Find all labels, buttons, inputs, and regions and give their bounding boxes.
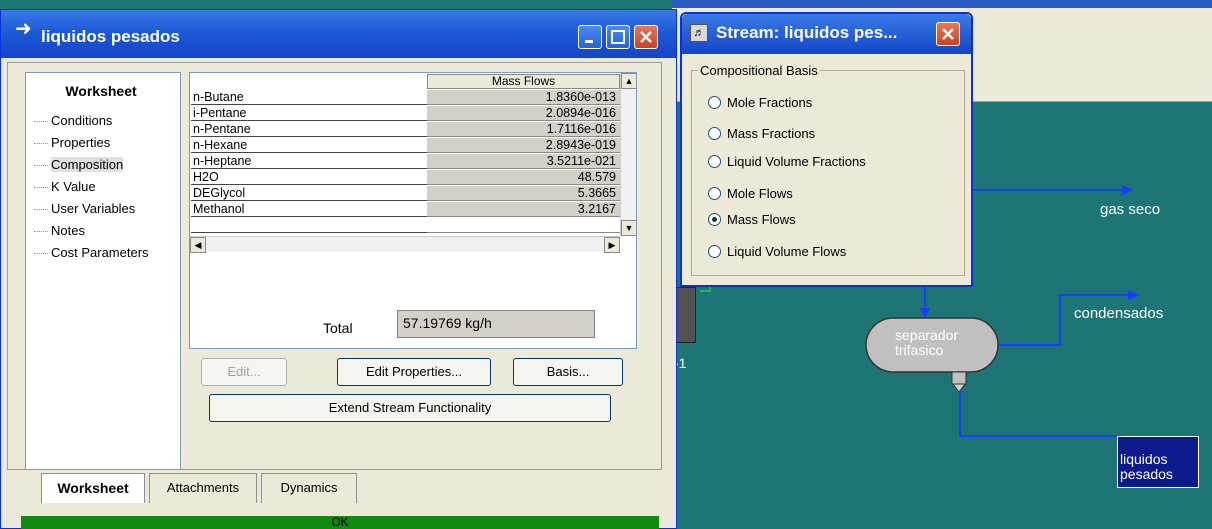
stream-window: ➜ liquidos pesados Worksheet Conditions … [0,9,677,529]
tree-item-k-value[interactable]: K Value [34,179,96,194]
separator-label-line1[interactable]: separador [895,328,958,343]
basis-dialog-title: Stream: liquidos pes... [716,23,898,42]
tab-worksheet[interactable]: Worksheet [41,473,145,503]
tree-item-user-variables[interactable]: User Variables [34,201,135,216]
edit-properties-button[interactable]: Edit Properties... [337,358,491,386]
column-header-mass-flows[interactable]: Mass Flows [427,74,620,89]
basis-button[interactable]: Basis... [513,358,623,386]
row-value[interactable]: 2.8943e-019 [427,138,620,153]
hysys-app-icon: ♬ [690,24,708,42]
row-value[interactable]: 1.7116e-016 [427,122,620,137]
row-value[interactable]: 5.3665 [427,186,620,201]
tree-item-notes[interactable]: Notes [34,223,85,238]
row-value[interactable]: 1.8360e-013 [427,90,620,105]
product-label-line1: liquidos [1120,451,1168,467]
close-button[interactable] [634,25,658,49]
scroll-left-icon[interactable]: ◀ [190,237,206,253]
row-label[interactable]: n-Butane [191,90,427,105]
maximize-button[interactable] [606,25,630,49]
separator-label-line2[interactable]: trifasico [895,343,943,358]
status-bar: OK [21,516,659,529]
basis-dialog-titlebar[interactable]: ♬ Stream: liquidos pes... [682,14,971,54]
row-label[interactable]: n-Hexane [191,138,427,153]
tree-item-conditions[interactable]: Conditions [34,113,112,128]
extend-stream-functionality-button[interactable]: Extend Stream Functionality [209,394,611,422]
stream-label-condensados[interactable]: condensados [1074,305,1163,322]
stream-label-gas-seco[interactable]: gas seco [1100,201,1160,218]
minimize-button[interactable] [578,25,602,49]
row-value[interactable]: 2.0894e-016 [427,106,620,121]
tree-item-composition[interactable]: Composition [34,157,124,172]
row-label[interactable]: H2O [191,170,427,185]
total-field[interactable]: 57.19769 kg/h [397,310,595,338]
tab-dynamics[interactable]: Dynamics [261,473,357,503]
composition-grid[interactable]: Mass Flows n-Butane 1.8360e-013 i-Pentan… [189,72,637,349]
worksheet-tree: Worksheet Conditions Properties Composit… [25,72,181,470]
row-label[interactable]: Methanol [191,202,427,217]
close-icon [640,31,652,43]
stream-arrow-icon: ➜ [15,18,32,40]
radio-mole-fractions[interactable]: Mole Fractions [708,95,812,110]
product-label-line2: pesados [1120,466,1173,482]
row-value[interactable]: 3.2167 [427,202,620,217]
row-label[interactable]: DEGlycol [191,186,427,201]
scroll-right-icon[interactable]: ▶ [604,237,620,253]
tree-heading: Worksheet [65,83,137,99]
row-label[interactable]: n-Heptane [191,154,427,169]
tab-attachments[interactable]: Attachments [149,473,257,503]
row-value-empty[interactable] [427,218,620,233]
close-icon [942,28,954,40]
scroll-up-icon[interactable]: ▲ [621,73,636,89]
basis-dialog-close-button[interactable] [936,22,960,46]
row-value[interactable]: 48.579 [427,170,620,185]
edit-button[interactable]: Edit... [201,358,287,386]
compositional-basis-title: Compositional Basis [698,63,820,78]
tree-item-cost-parameters[interactable]: Cost Parameters [34,245,149,260]
basis-dialog: ♬ Stream: liquidos pes... Compositional … [680,12,973,287]
stream-window-body: Worksheet Conditions Properties Composit… [5,58,672,526]
radio-mass-fractions[interactable]: Mass Fractions [708,126,815,141]
grid-vertical-scrollbar[interactable]: ▲ ▼ [620,73,636,236]
tree-item-properties[interactable]: Properties [34,135,110,150]
stream-window-titlebar[interactable]: ➜ liquidos pesados [1,10,676,58]
grid-horizontal-scrollbar[interactable]: ◀ ▶ [190,236,620,253]
window-title: liquidos pesados [41,27,180,46]
row-label-empty[interactable] [191,218,427,233]
radio-liquid-volume-flows[interactable]: Liquid Volume Flows [708,244,846,259]
row-value[interactable]: 3.5211e-021 [427,154,620,169]
radio-mass-flows[interactable]: Mass Flows [708,212,796,227]
row-label[interactable]: i-Pentane [191,106,427,121]
row-label[interactable]: n-Pentane [191,122,427,137]
scroll-down-icon[interactable]: ▼ [621,220,636,236]
radio-liquid-volume-fractions[interactable]: Liquid Volume Fractions [708,154,866,169]
total-label: Total [323,320,353,336]
radio-mole-flows[interactable]: Mole Flows [708,186,793,201]
